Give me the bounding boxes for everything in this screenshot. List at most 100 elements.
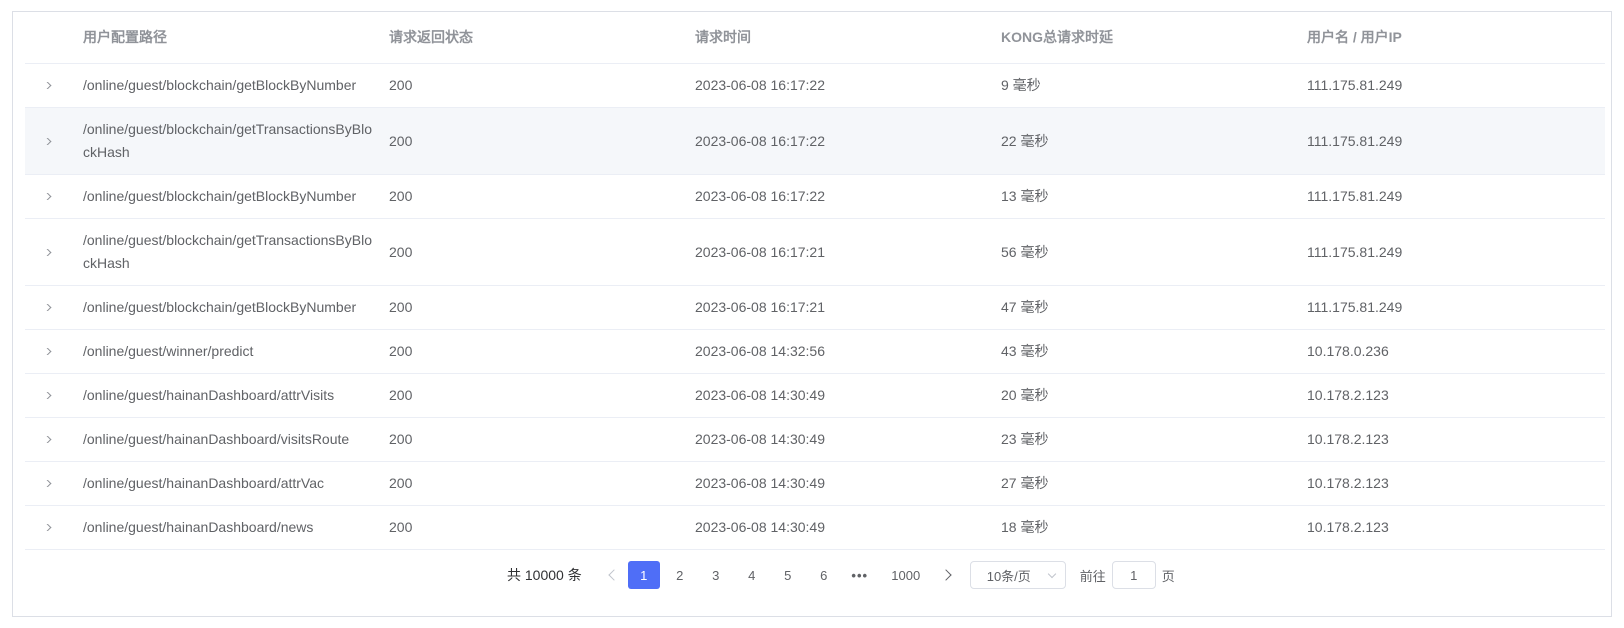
expand-toggle[interactable] xyxy=(25,524,83,531)
cell-status: 200 xyxy=(389,299,413,315)
page-list: 123456 xyxy=(626,561,842,589)
cell-time: 2023-06-08 14:32:56 xyxy=(695,343,825,359)
cell-user: 111.175.81.249 xyxy=(1307,188,1403,204)
goto-prefix: 前往 xyxy=(1079,568,1106,584)
cell-time: 2023-06-08 16:17:22 xyxy=(695,188,825,204)
table-row[interactable]: /online/guest/blockchain/getBlockByNumbe… xyxy=(25,286,1605,330)
cell-status: 200 xyxy=(389,243,413,260)
column-header-status: 请求返回状态 xyxy=(389,29,473,45)
prev-page-button[interactable] xyxy=(598,561,626,589)
chevron-down-icon xyxy=(1047,569,1056,578)
cell-path: /online/guest/blockchain/getTransactions… xyxy=(83,121,372,160)
cell-path: /online/guest/hainanDashboard/attrVac xyxy=(83,475,325,491)
chevron-right-icon xyxy=(41,436,51,443)
page-button-5[interactable]: 5 xyxy=(772,561,804,589)
expand-toggle[interactable] xyxy=(25,392,83,399)
cell-latency: 9 毫秒 xyxy=(1001,77,1041,93)
expand-toggle[interactable] xyxy=(25,248,83,256)
cell-status: 200 xyxy=(389,188,413,204)
expand-toggle[interactable] xyxy=(25,193,83,200)
chevron-right-icon xyxy=(41,82,51,89)
page-button-3[interactable]: 3 xyxy=(700,561,732,589)
cell-user: 10.178.2.123 xyxy=(1307,387,1389,403)
cell-latency: 22 毫秒 xyxy=(1001,132,1049,149)
table-row[interactable]: /online/guest/blockchain/getTransactions… xyxy=(25,219,1605,286)
cell-user: 111.175.81.249 xyxy=(1307,243,1403,260)
chevron-right-icon xyxy=(940,569,952,581)
cell-user: 111.175.81.249 xyxy=(1307,132,1403,149)
pagination: 共 10000 条 123456 ••• 1000 10条/页 前往 页 xyxy=(13,560,1611,590)
page-size-select[interactable]: 10条/页 xyxy=(969,561,1066,589)
cell-time: 2023-06-08 16:17:21 xyxy=(695,299,825,315)
expand-toggle[interactable] xyxy=(25,348,83,355)
cell-status: 200 xyxy=(389,475,413,491)
cell-user: 111.175.81.249 xyxy=(1307,77,1403,93)
goto-suffix: 页 xyxy=(1161,568,1175,584)
total-count: 共 10000 条 xyxy=(507,567,582,583)
cell-latency: 20 毫秒 xyxy=(1001,387,1049,403)
expand-toggle[interactable] xyxy=(25,137,83,145)
cell-latency: 56 毫秒 xyxy=(1001,243,1049,260)
column-header-latency: KONG总请求时延 xyxy=(1001,29,1113,45)
cell-time: 2023-06-08 16:17:22 xyxy=(695,77,825,93)
column-header-path: 用户配置路径 xyxy=(83,29,167,45)
expand-toggle[interactable] xyxy=(25,480,83,487)
column-header-time: 请求时间 xyxy=(695,29,751,45)
cell-time: 2023-06-08 16:17:22 xyxy=(695,132,825,149)
table-header: 用户配置路径 请求返回状态 请求时间 KONG总请求时延 用户名 / 用户IP xyxy=(25,12,1605,64)
cell-time: 2023-06-08 14:30:49 xyxy=(695,519,825,535)
expand-toggle[interactable] xyxy=(25,436,83,443)
cell-time: 2023-06-08 14:30:49 xyxy=(695,475,825,491)
chevron-right-icon xyxy=(41,524,51,531)
table-row[interactable]: /online/guest/blockchain/getBlockByNumbe… xyxy=(25,64,1605,108)
page-button-last[interactable]: 1000 xyxy=(886,561,926,589)
chevron-right-icon xyxy=(41,137,51,145)
cell-path: /online/guest/blockchain/getBlockByNumbe… xyxy=(83,77,357,93)
next-page-button[interactable] xyxy=(934,561,962,589)
cell-status: 200 xyxy=(389,77,413,93)
table-row[interactable]: /online/guest/blockchain/getBlockByNumbe… xyxy=(25,175,1605,219)
cell-latency: 13 毫秒 xyxy=(1001,188,1049,204)
table-row[interactable]: /online/guest/hainanDashboard/news 200 202… xyxy=(25,506,1605,550)
page-button-1[interactable]: 1 xyxy=(627,561,660,589)
table-panel: 用户配置路径 请求返回状态 请求时间 KONG总请求时延 用户名 / 用户IP … xyxy=(12,11,1612,617)
cell-status: 200 xyxy=(389,431,413,447)
chevron-right-icon xyxy=(41,348,51,355)
chevron-right-icon xyxy=(41,304,51,311)
cell-time: 2023-06-08 16:17:21 xyxy=(695,243,825,260)
table-row[interactable]: /online/guest/winner/predict 200 2023-06-0… xyxy=(25,330,1605,374)
cell-path: /online/guest/blockchain/getBlockByNumbe… xyxy=(83,188,357,204)
page-button-4[interactable]: 4 xyxy=(736,561,768,589)
table-row[interactable]: /online/guest/hainanDashboard/attrVac 200… xyxy=(25,462,1605,506)
cell-user: 111.175.81.249 xyxy=(1307,299,1403,315)
table-row[interactable]: /online/guest/blockchain/getTransactions… xyxy=(25,108,1605,175)
chevron-right-icon xyxy=(41,392,51,399)
chevron-left-icon xyxy=(608,569,620,581)
expand-toggle[interactable] xyxy=(25,82,83,89)
chevron-right-icon xyxy=(41,248,51,256)
cell-path: /online/guest/blockchain/getTransactions… xyxy=(83,232,372,271)
more-pages-button[interactable]: ••• xyxy=(844,561,876,589)
page-button-6[interactable]: 6 xyxy=(808,561,840,589)
cell-latency: 23 毫秒 xyxy=(1001,431,1049,447)
expand-toggle[interactable] xyxy=(25,304,83,311)
cell-user: 10.178.2.123 xyxy=(1307,519,1389,535)
cell-path: /online/guest/hainanDashboard/news xyxy=(83,519,314,535)
table-row[interactable]: /online/guest/hainanDashboard/visitsRout… xyxy=(25,418,1605,462)
cell-time: 2023-06-08 14:30:49 xyxy=(695,387,825,403)
cell-status: 200 xyxy=(389,387,413,403)
cell-user: 10.178.0.236 xyxy=(1307,343,1389,359)
cell-latency: 27 毫秒 xyxy=(1001,475,1049,491)
table-body: /online/guest/blockchain/getBlockByNumbe… xyxy=(25,64,1605,550)
cell-user: 10.178.2.123 xyxy=(1307,431,1389,447)
cell-path: /online/guest/hainanDashboard/attrVisits xyxy=(83,387,335,403)
cell-user: 10.178.2.123 xyxy=(1307,475,1389,491)
table-row[interactable]: /online/guest/hainanDashboard/attrVisits… xyxy=(25,374,1605,418)
page-size-value: 10条/页 xyxy=(986,568,1031,584)
chevron-right-icon xyxy=(41,193,51,200)
cell-path: /online/guest/blockchain/getBlockByNumbe… xyxy=(83,299,357,315)
cell-latency: 47 毫秒 xyxy=(1001,299,1049,315)
page-button-2[interactable]: 2 xyxy=(664,561,696,589)
goto-page-input[interactable] xyxy=(1111,561,1156,589)
request-log-table: 用户配置路径 请求返回状态 请求时间 KONG总请求时延 用户名 / 用户IP … xyxy=(25,12,1605,550)
